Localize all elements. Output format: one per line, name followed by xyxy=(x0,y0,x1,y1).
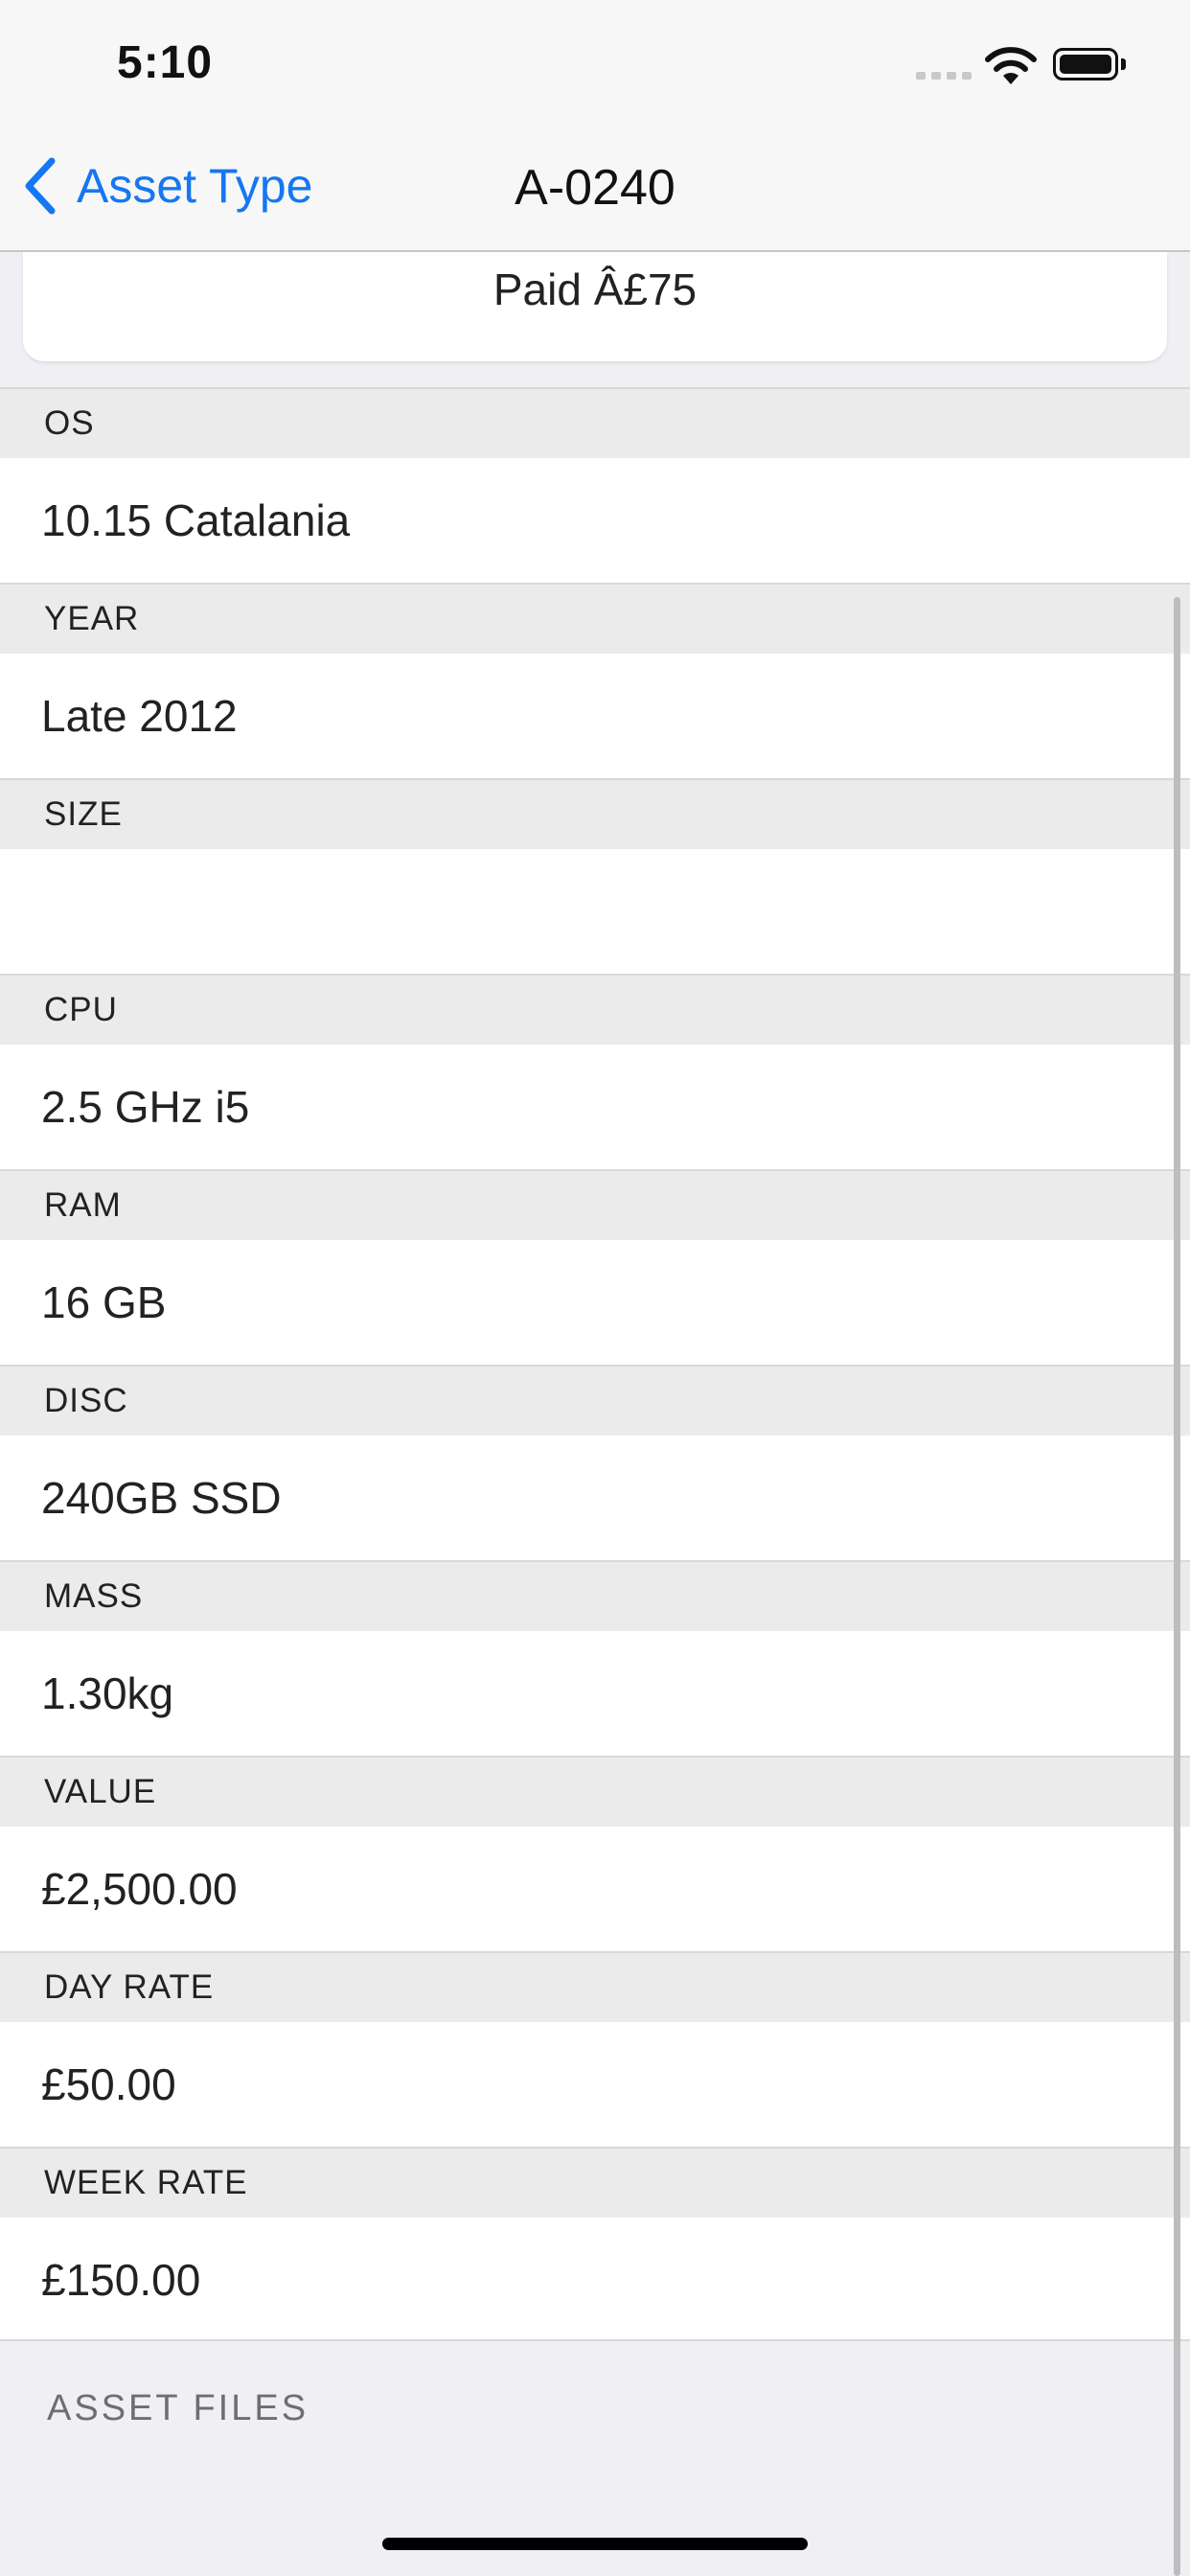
navigation-bar: Asset Type A-0240 xyxy=(0,126,1190,252)
status-bar: 5:10 xyxy=(0,0,1190,126)
field-header-value: VALUE xyxy=(0,1756,1190,1827)
field-header-disc: DISC xyxy=(0,1365,1190,1436)
content-scroll-area[interactable]: Paid Â£75 OS 10.15 Catalania YEAR Late 2… xyxy=(0,252,1190,2576)
field-value-cpu[interactable]: 2.5 GHz i5 xyxy=(0,1045,1190,1169)
field-header-year: YEAR xyxy=(0,583,1190,654)
scroll-indicator xyxy=(1174,597,1180,2576)
wifi-icon xyxy=(985,47,1037,84)
field-value-ram[interactable]: 16 GB xyxy=(0,1240,1190,1365)
field-value-value[interactable]: £2,500.00 xyxy=(0,1827,1190,1951)
cellular-signal-icon xyxy=(916,72,973,81)
field-header-size: SIZE xyxy=(0,778,1190,849)
field-header-mass: MASS xyxy=(0,1560,1190,1631)
paid-amount: Paid Â£75 xyxy=(492,264,698,314)
field-value-day-rate[interactable]: £50.00 xyxy=(0,2022,1190,2147)
status-time: 5:10 xyxy=(117,37,214,88)
payment-summary-card: Paid Â£75 xyxy=(23,252,1167,361)
asset-fields: OS 10.15 Catalania YEAR Late 2012 SIZE C… xyxy=(0,387,1190,2342)
field-value-size[interactable] xyxy=(0,849,1190,974)
field-header-ram: RAM xyxy=(0,1169,1190,1240)
page-title: A-0240 xyxy=(515,160,675,216)
asset-files-header: ASSET FILES xyxy=(47,2388,309,2428)
field-value-mass[interactable]: 1.30kg xyxy=(0,1631,1190,1756)
field-value-disc[interactable]: 240GB SSD xyxy=(0,1436,1190,1560)
field-header-week-rate: WEEK RATE xyxy=(0,2147,1190,2218)
field-header-day-rate: DAY RATE xyxy=(0,1951,1190,2022)
field-value-year[interactable]: Late 2012 xyxy=(0,654,1190,778)
field-value-os[interactable]: 10.15 Catalania xyxy=(0,458,1190,583)
battery-icon xyxy=(1053,48,1118,80)
home-indicator xyxy=(382,2538,808,2550)
battery-cap xyxy=(1121,58,1126,70)
field-header-os: OS xyxy=(0,387,1190,458)
field-header-cpu: CPU xyxy=(0,974,1190,1045)
field-value-week-rate[interactable]: £150.00 xyxy=(0,2218,1190,2342)
